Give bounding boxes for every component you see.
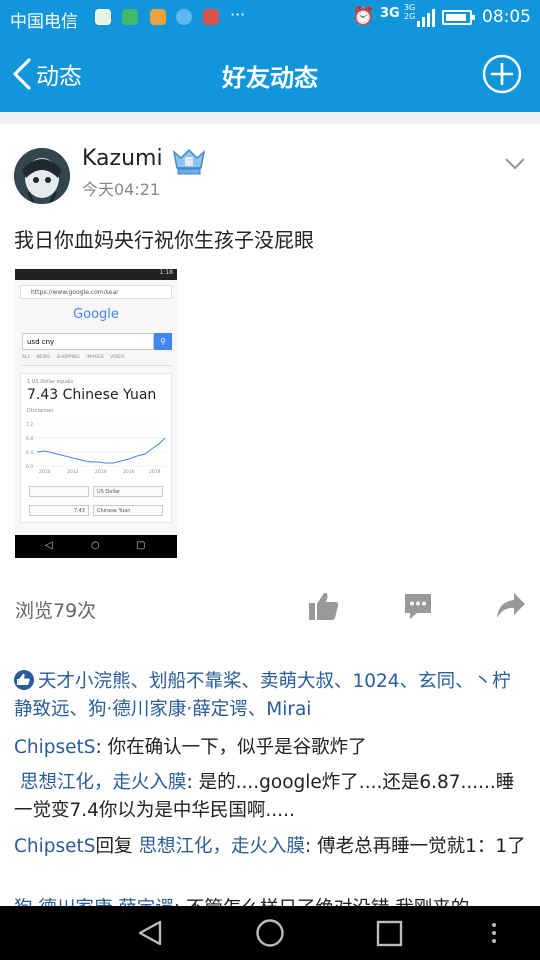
image-google-logo: Google: [73, 307, 119, 322]
avatar-image: [14, 148, 70, 204]
menu-dots-icon[interactable]: [490, 922, 498, 944]
app-notification-icon: [122, 9, 138, 25]
post-text: 我日你血妈央行祝你生孩子没屁眼: [14, 228, 314, 252]
post-time: 今天04:21: [82, 180, 161, 199]
image-result-sub: Disclaimer: [27, 408, 54, 414]
network-type-label: 3G: [380, 6, 400, 21]
plus-circle-icon[interactable]: [482, 54, 522, 94]
back-button[interactable]: 动态: [10, 54, 82, 94]
recents-square-icon[interactable]: [376, 920, 403, 947]
image-from-unit: US Dollar: [93, 486, 163, 497]
comment-user[interactable]: 思想江化，走火入膜: [20, 772, 187, 793]
carrier-label: 中国电信: [10, 12, 78, 32]
image-chart-ylabel: 6.0: [26, 464, 33, 470]
title-bar: 动态 好友动态: [0, 36, 540, 112]
image-chart-ylabel: 7.2: [26, 422, 33, 428]
home-circle-icon[interactable]: [255, 918, 285, 948]
comment-item: 思想江化，走火入膜: 是的....google炸了....还是6.87.....…: [14, 769, 529, 825]
status-bar: 中国电信 ··· ⏰ 3G 3G 2G 08:05: [0, 0, 540, 36]
comment-separator: :: [304, 836, 318, 857]
feed-content[interactable]: Kazumi 今天04:21 我日你血妈央行祝你生孩子没屁眼 1:18 http…: [0, 112, 540, 906]
comment-user[interactable]: 狗·德川家康·薛定谔: [14, 898, 174, 906]
image-nav-bar: ◁ ○ ▢: [15, 535, 177, 558]
comment-text: 傅老总再睡一觉就1：1了: [317, 836, 526, 857]
post-card: Kazumi 今天04:21 我日你血妈央行祝你生孩子没屁眼 1:18 http…: [0, 124, 540, 906]
comment-item: ChipsetS: 你在确认一下，似乎是谷歌炸了: [14, 734, 529, 762]
more-notifications-icon: ···: [230, 5, 246, 24]
comment-user[interactable]: ChipsetS: [14, 737, 96, 758]
user-name[interactable]: Kazumi: [82, 146, 163, 171]
system-nav-bar: [0, 906, 540, 960]
comment-user[interactable]: ChipsetS: [14, 836, 96, 857]
app-notification-icon: [95, 9, 111, 25]
image-to-amount: 7.43: [29, 505, 89, 516]
image-chart-ylabel: 6.4: [26, 450, 33, 456]
avatar[interactable]: [14, 148, 70, 204]
chevron-left-icon: [13, 58, 31, 90]
app-notification-icon: [150, 9, 166, 25]
view-count: 浏览79次: [15, 600, 97, 622]
image-chart-xlabel: 2016: [123, 469, 135, 474]
app-notification-icon: [176, 9, 192, 25]
image-search-icon: ⚲: [154, 333, 172, 350]
image-to-unit: Chinese Yuan: [93, 505, 163, 516]
comment-text: 你在确认一下，似乎是谷歌炸了: [107, 737, 367, 758]
image-chart-xlabel: 2012: [67, 469, 79, 474]
back-triangle-icon[interactable]: [136, 919, 164, 947]
image-chart-xlabel: 2014: [95, 469, 107, 474]
image-search-tabs: ALL NEWS SHOPPING IMAGES VIDEO: [22, 355, 172, 366]
image-result-caption: 1 US Dollar equals: [27, 379, 74, 385]
image-result-card: 1 US Dollar equals 7.43 Chinese Yuan Dis…: [20, 373, 172, 523]
back-label: 动态: [36, 64, 82, 90]
image-status-bar: 1:18: [15, 269, 177, 280]
chevron-down-icon[interactable]: [504, 156, 526, 172]
comment-reply-target[interactable]: 思想江化，走火入膜: [138, 836, 305, 857]
image-rate-chart: 7.2 6.8 6.4 6.0 2010 2012 2014 2016 2018: [26, 422, 167, 474]
comment-icon[interactable]: [403, 591, 433, 621]
comment-text: 不管怎么样日了绝对没错 我刚来的: [186, 898, 469, 906]
alarm-icon: ⏰: [352, 6, 375, 27]
comment-separator: :: [186, 772, 199, 793]
like-thumb-icon: [14, 670, 34, 690]
image-search-query: usd cny: [22, 333, 154, 350]
image-result-value: 7.43 Chinese Yuan: [27, 387, 157, 403]
share-icon[interactable]: [496, 592, 526, 620]
battery-icon: [442, 10, 475, 25]
like-icon[interactable]: [308, 590, 340, 622]
image-chart-xlabel: 2010: [39, 469, 51, 474]
signal-icon: [417, 9, 435, 27]
image-chart-xlabel: 2018: [149, 469, 161, 474]
network-type-secondary: 3G 2G: [404, 3, 416, 21]
status-time: 08:05: [482, 7, 531, 27]
post-image[interactable]: 1:18 https://www.google.com/sear Google …: [15, 269, 177, 558]
liked-by-names[interactable]: 天才小浣熊、划船不靠桨、卖萌大叔、1024、玄同、丶柠静致远、狗·德川家康·薛定…: [14, 671, 511, 720]
app-notification-icon: [203, 9, 219, 25]
comment-item: ChipsetS回复 思想江化，走火入膜: 傅老总再睡一觉就1：1了: [14, 833, 529, 861]
liked-by-list: 天才小浣熊、划船不靠桨、卖萌大叔、1024、玄同、丶柠静致远、狗·德川家康·薛定…: [14, 668, 529, 724]
image-from-amount: [29, 486, 89, 497]
comment-separator: :: [174, 898, 186, 906]
vip-badge-icon: [172, 149, 206, 175]
image-url-bar: https://www.google.com/sear: [20, 285, 172, 299]
comment-item: 狗·德川家康·薛定谔: 不管怎么样日了绝对没错 我刚来的: [14, 895, 529, 906]
comment-separator: :: [95, 737, 108, 758]
image-chart-ylabel: 6.8: [26, 436, 33, 442]
comment-reply-word: 回复: [95, 836, 139, 857]
